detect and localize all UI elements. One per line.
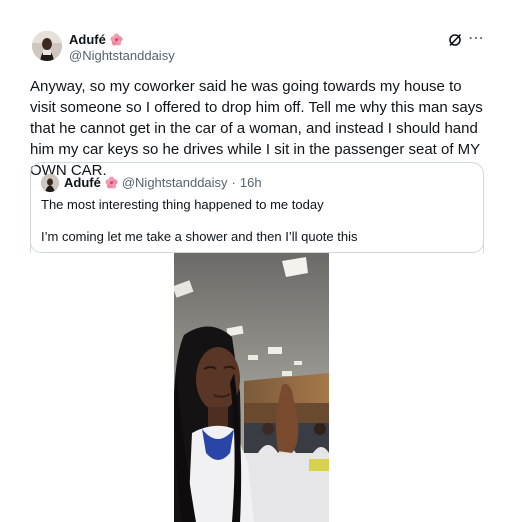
quote-text-line-2: I’m coming let me take a shower and then… bbox=[41, 229, 358, 244]
grok-icon[interactable] bbox=[447, 32, 463, 48]
quote-text-line-1: The most interesting thing happened to m… bbox=[41, 197, 324, 212]
quote-timestamp[interactable]: 16h bbox=[240, 175, 262, 190]
quoted-tweet[interactable]: Adufé @Nightstanddaisy · 16h The most in… bbox=[30, 162, 484, 253]
author-name[interactable]: Adufé bbox=[69, 32, 123, 47]
quote-author-name[interactable]: Adufé bbox=[64, 175, 101, 190]
author-handle[interactable]: @Nightstanddaisy bbox=[69, 48, 175, 63]
quote-separator: · bbox=[231, 175, 236, 190]
quote-header: Adufé @Nightstanddaisy · 16h bbox=[64, 175, 262, 190]
hibiscus-icon bbox=[110, 33, 123, 46]
more-icon[interactable]: ⋯ bbox=[468, 31, 484, 47]
quote-author-handle[interactable]: @Nightstanddaisy bbox=[122, 175, 228, 190]
tweet: Adufé @Nightstanddaisy ⋯ Anyway, so my c… bbox=[0, 0, 508, 522]
quote-avatar[interactable] bbox=[41, 174, 59, 192]
avatar[interactable] bbox=[32, 31, 62, 61]
quote-video-thumbnail[interactable] bbox=[174, 253, 329, 522]
hibiscus-icon bbox=[105, 176, 118, 189]
author-display-name[interactable]: Adufé bbox=[69, 32, 106, 47]
